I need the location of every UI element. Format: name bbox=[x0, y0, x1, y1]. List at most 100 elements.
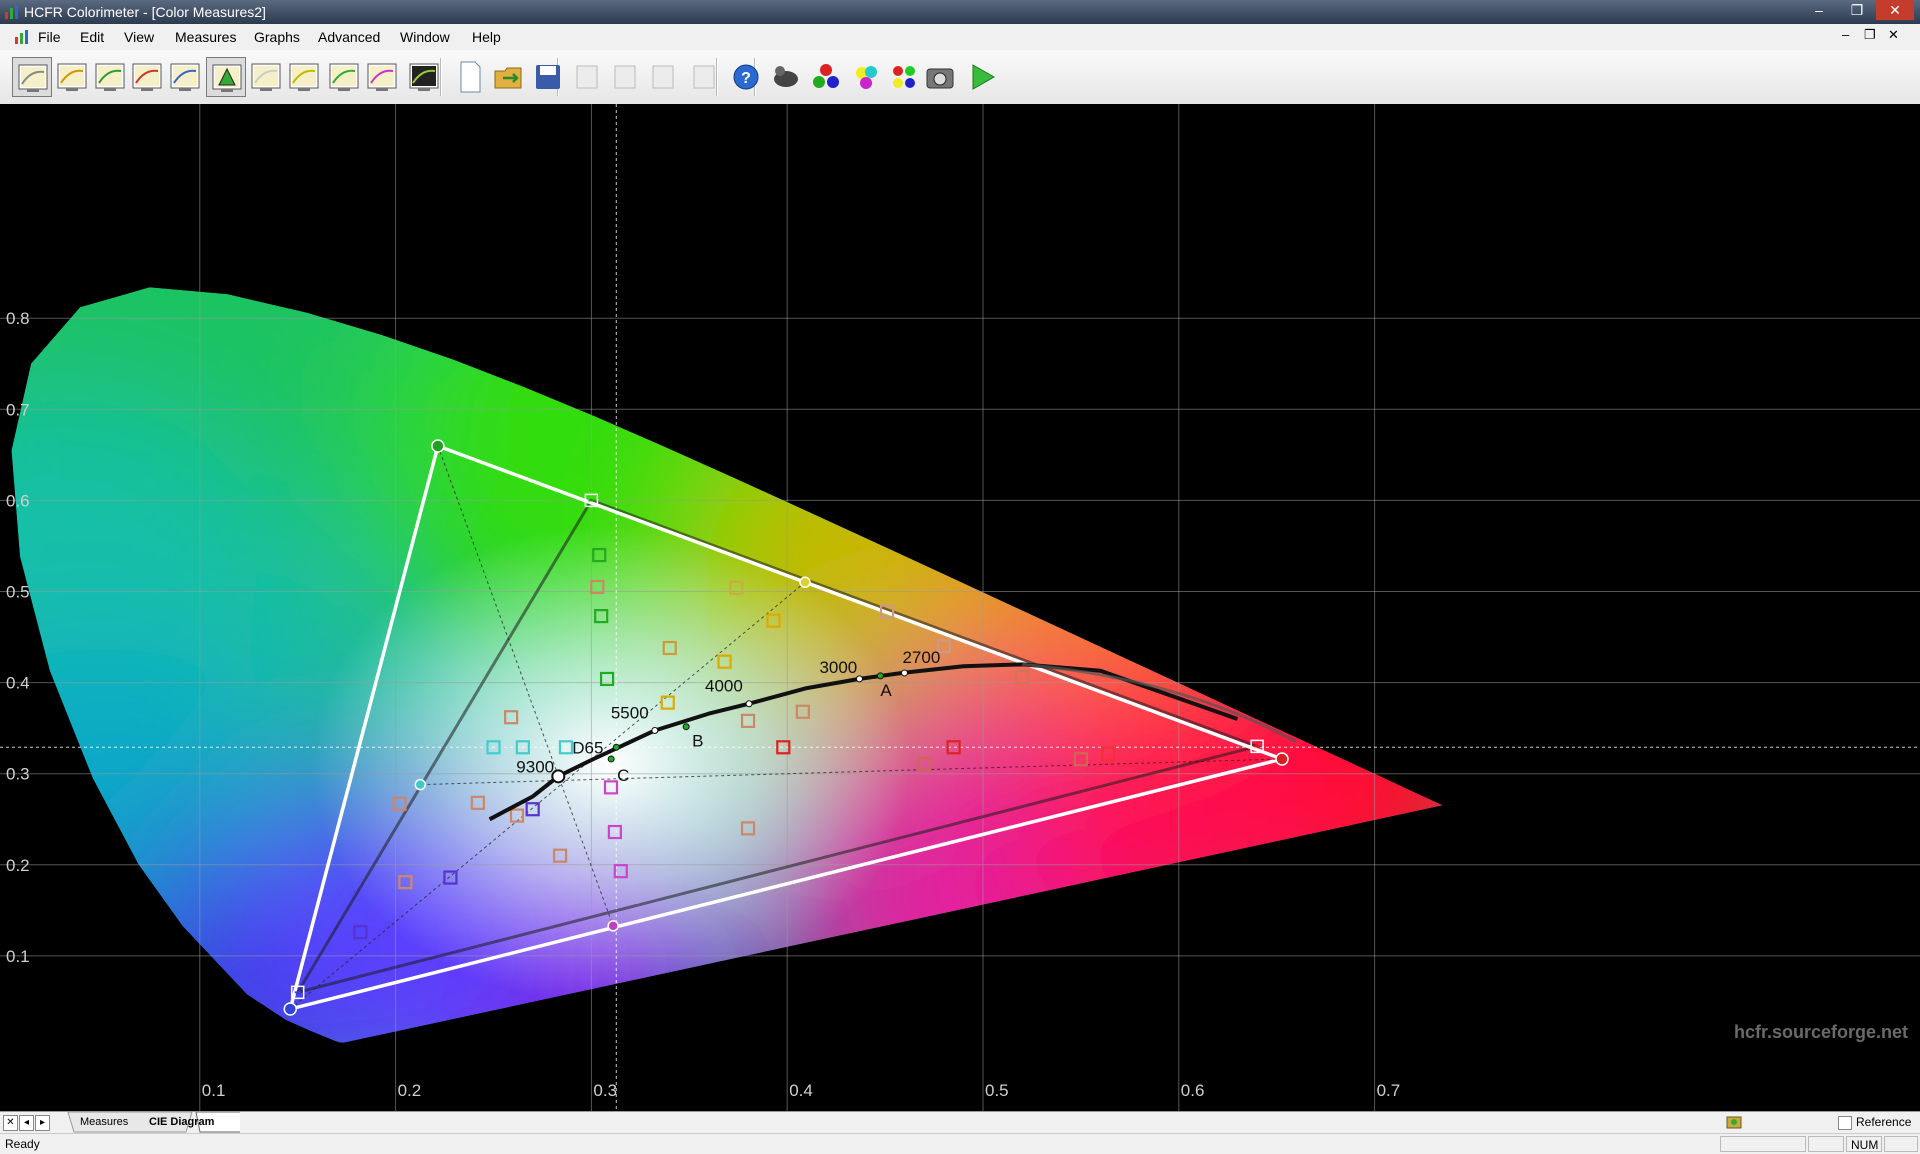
menu-edit[interactable]: Edit bbox=[80, 29, 104, 45]
saturation-shift-icon[interactable] bbox=[362, 57, 402, 97]
menu-graphs[interactable]: Graphs bbox=[254, 29, 300, 45]
measured-primary-marker bbox=[431, 439, 445, 453]
new-document-icon[interactable] bbox=[450, 57, 490, 97]
sensor-icon[interactable] bbox=[766, 57, 806, 97]
near-black-icon[interactable] bbox=[246, 57, 286, 97]
primaries-icon[interactable] bbox=[806, 57, 846, 97]
gamma-graph-icon[interactable] bbox=[52, 57, 92, 97]
reference-status-icon bbox=[1726, 1116, 1742, 1129]
tab-cie-diagram[interactable]: CIE Diagram bbox=[149, 1112, 214, 1132]
near-white-icon[interactable] bbox=[284, 57, 324, 97]
luminance-graph-icon[interactable] bbox=[12, 57, 52, 97]
illuminant-label: A bbox=[880, 681, 892, 700]
hcfr-app-icon bbox=[5, 5, 18, 19]
reference-checkbox[interactable] bbox=[1838, 1116, 1852, 1130]
menu-file[interactable]: File bbox=[38, 29, 61, 45]
color-temperature-label: 2700 bbox=[902, 648, 940, 667]
status-pane-2 bbox=[1808, 1136, 1844, 1152]
x-tick-label: 0.3 bbox=[593, 1081, 617, 1100]
paste-icon[interactable] bbox=[643, 57, 683, 97]
measured-secondary-marker bbox=[799, 576, 811, 589]
cie-diagram-icon[interactable] bbox=[206, 57, 246, 97]
status-text: Ready bbox=[5, 1137, 40, 1151]
help-icon[interactable]: ? bbox=[726, 57, 766, 97]
x-tick-label: 0.1 bbox=[202, 1081, 226, 1100]
illuminant-marker bbox=[607, 755, 615, 763]
colortemp-graph-icon[interactable] bbox=[165, 57, 205, 97]
y-tick-label: 0.7 bbox=[6, 400, 30, 419]
tab-next-icon[interactable]: ▸ bbox=[35, 1115, 50, 1131]
y-tick-label: 0.6 bbox=[6, 491, 30, 510]
menu-window[interactable]: Window bbox=[400, 29, 450, 45]
num-lock-indicator: NUM bbox=[1846, 1136, 1882, 1152]
child-close-button[interactable]: ✕ bbox=[1888, 27, 1899, 43]
x-tick-label: 0.4 bbox=[789, 1081, 813, 1100]
y-tick-label: 0.3 bbox=[6, 765, 30, 784]
x-tick-label: 0.6 bbox=[1181, 1081, 1205, 1100]
menu-measures[interactable]: Measures bbox=[175, 29, 236, 45]
hcfr-menu-icon bbox=[15, 30, 28, 44]
cut-icon[interactable] bbox=[567, 57, 607, 97]
open-folder-icon[interactable] bbox=[489, 57, 529, 97]
menu-help[interactable]: Help bbox=[472, 29, 501, 45]
saturation-luminance-icon[interactable] bbox=[324, 57, 364, 97]
play-icon[interactable] bbox=[962, 57, 1002, 97]
sheet-tab-bar: ✕ ◂ ▸ Measures CIE Diagram Reference bbox=[0, 1111, 1920, 1134]
tab-prev-icon[interactable]: ◂ bbox=[19, 1115, 34, 1131]
illuminant-marker bbox=[682, 723, 690, 731]
measured-primary-marker bbox=[283, 1002, 298, 1016]
close-tab-icon[interactable]: ✕ bbox=[3, 1115, 18, 1131]
child-minimize-button[interactable]: – bbox=[1842, 27, 1849, 42]
rgb-levels-icon[interactable] bbox=[127, 57, 167, 97]
illuminant-label: C bbox=[617, 766, 629, 785]
camera-icon[interactable] bbox=[920, 57, 960, 97]
measured-primary-marker bbox=[1275, 752, 1289, 766]
y-tick-label: 0.8 bbox=[6, 309, 30, 328]
close-button[interactable]: ✕ bbox=[1876, 0, 1914, 20]
minimize-button[interactable]: – bbox=[1800, 0, 1838, 20]
secondaries-icon[interactable] bbox=[846, 57, 886, 97]
save-icon[interactable] bbox=[528, 57, 568, 97]
y-tick-label: 0.5 bbox=[6, 583, 30, 602]
watermark-text: hcfr.sourceforge.net bbox=[1734, 1022, 1908, 1042]
locus-tick-marker bbox=[745, 700, 753, 708]
x-tick-label: 0.5 bbox=[985, 1081, 1009, 1100]
status-pane-4 bbox=[1884, 1136, 1918, 1152]
illuminant-label: B bbox=[692, 732, 703, 751]
locus-tick-marker bbox=[651, 727, 659, 735]
status-pane-1 bbox=[1720, 1136, 1806, 1152]
print-icon[interactable] bbox=[684, 57, 724, 97]
color-temperature-label: 4000 bbox=[705, 677, 743, 696]
gamma-graph-icon-2[interactable] bbox=[90, 57, 130, 97]
restore-button[interactable]: ❐ bbox=[1838, 0, 1876, 20]
toolbar: ? bbox=[0, 50, 1920, 105]
measured-secondary-marker bbox=[607, 920, 619, 932]
color-temperature-label: 9300 bbox=[516, 757, 554, 776]
all-colors-icon[interactable] bbox=[884, 57, 924, 97]
menu-bar: File Edit View Measures Graphs Advanced … bbox=[0, 24, 1920, 51]
status-bar: Ready NUM bbox=[0, 1133, 1920, 1154]
child-restore-button[interactable]: ❐ bbox=[1864, 27, 1876, 43]
illuminant-marker bbox=[612, 743, 620, 751]
measured-secondary-marker bbox=[414, 778, 427, 791]
illuminant-marker bbox=[876, 672, 884, 680]
window-title: HCFR Colorimeter - [Color Measures2] bbox=[24, 4, 266, 20]
menu-view[interactable]: View bbox=[124, 29, 154, 45]
y-tick-label: 0.4 bbox=[6, 674, 30, 693]
menu-advanced[interactable]: Advanced bbox=[318, 29, 380, 45]
svg-text:?: ? bbox=[741, 70, 751, 87]
locus-tick-marker bbox=[900, 669, 908, 677]
color-temperature-label: 3000 bbox=[819, 658, 857, 677]
x-tick-label: 0.7 bbox=[1377, 1081, 1401, 1100]
copy-icon[interactable] bbox=[605, 57, 645, 97]
measures-icon[interactable] bbox=[404, 57, 444, 97]
x-tick-label: 0.2 bbox=[398, 1081, 422, 1100]
reference-label: Reference bbox=[1856, 1115, 1912, 1129]
tab-measures[interactable]: Measures bbox=[80, 1112, 128, 1132]
y-tick-label: 0.2 bbox=[6, 856, 30, 875]
locus-tick-marker bbox=[855, 675, 863, 683]
cie-diagram-view: 0.1 0.2 0.3 0.4 0.5 0.6 0.7 0.1 0.2 0.3 0.4 0.5 0.6 0… bbox=[0, 104, 1920, 1111]
color-temperature-label: 5500 bbox=[611, 704, 649, 723]
y-tick-label: 0.1 bbox=[6, 947, 30, 966]
title-bar: HCFR Colorimeter - [Color Measures2] – ❐… bbox=[0, 0, 1920, 24]
